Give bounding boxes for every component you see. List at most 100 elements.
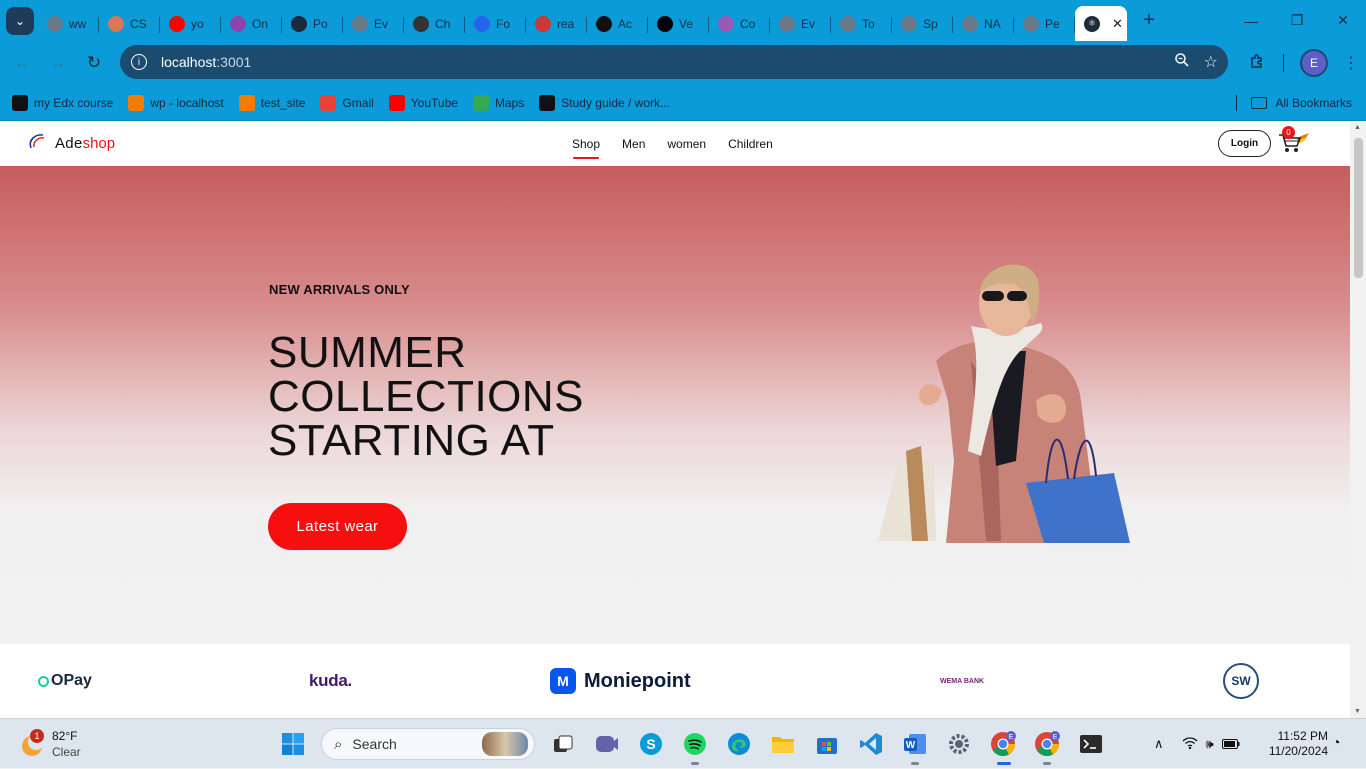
url-port: :3001	[216, 54, 252, 70]
maximize-button[interactable]: ❐	[1274, 0, 1320, 41]
browser-tab[interactable]: rea	[526, 8, 587, 40]
weather-widget[interactable]: 1 82°F Clear	[18, 728, 81, 760]
browser-tab[interactable]: Sp	[892, 8, 953, 40]
bookmark-item[interactable]: Gmail	[320, 94, 374, 111]
browser-tab[interactable]: Ch	[404, 8, 465, 40]
bookmark-label: YouTube	[410, 95, 458, 110]
profile-avatar[interactable]: E	[1300, 49, 1328, 77]
vercel-icon	[657, 15, 673, 32]
site-info-icon[interactable]: i	[131, 54, 147, 70]
cart-count-badge: 0	[1282, 126, 1295, 139]
start-icon[interactable]	[278, 729, 308, 759]
all-bookmarks-label: All Bookmarks	[1275, 96, 1352, 110]
scroll-up-arrow-icon[interactable]: ▲	[1354, 124, 1361, 131]
browser-tab-active[interactable]: ⚛ ✕	[1075, 6, 1127, 41]
browser-tab[interactable]: NA	[953, 8, 1014, 40]
browser-tab[interactable]: Pe	[1014, 8, 1075, 40]
partner-wema-label: WEMA BANK	[940, 677, 985, 685]
new-tab-button[interactable]: +	[1135, 7, 1163, 35]
task-view-icon[interactable]	[548, 729, 578, 759]
skype-icon[interactable]: S	[636, 729, 666, 759]
browser-tab[interactable]: Fo	[465, 8, 526, 40]
file-explorer-icon[interactable]	[768, 729, 798, 759]
scrollbar-thumb[interactable]	[1354, 138, 1363, 278]
url-host: localhost	[161, 54, 217, 70]
settings-icon[interactable]	[944, 729, 974, 759]
bookmark-item[interactable]: wp - localhost	[128, 94, 224, 111]
react-icon: ⚛	[1084, 15, 1100, 32]
taskbar-search[interactable]: ⌕ Search	[321, 728, 535, 760]
browser-tab[interactable]: yo	[160, 8, 221, 40]
weather-alert-badge: 1	[30, 729, 44, 743]
chatgpt-icon	[413, 15, 429, 32]
latest-wear-button[interactable]: Latest wear	[268, 503, 407, 550]
volume-icon[interactable]: 🕪	[1206, 736, 1214, 752]
browser-tab[interactable]: Co	[709, 8, 770, 40]
word-icon[interactable]: W	[900, 729, 930, 765]
close-tab-icon[interactable]: ✕	[1112, 16, 1123, 32]
terminal-icon[interactable]	[1076, 729, 1106, 759]
page-scrollbar[interactable]: ▲ ▼	[1350, 121, 1366, 718]
scroll-down-arrow-icon[interactable]: ▼	[1354, 708, 1361, 715]
teams-icon[interactable]	[592, 729, 622, 759]
wifi-icon[interactable]	[1182, 736, 1198, 753]
browser-tab[interactable]: On	[221, 8, 282, 40]
browser-tab[interactable]: Ev	[770, 8, 831, 40]
browser-tab[interactable]: Ac	[587, 8, 648, 40]
login-button[interactable]: Login	[1218, 130, 1271, 157]
nav-women[interactable]: women	[667, 137, 706, 151]
browser-tab[interactable]: Po	[282, 8, 343, 40]
zoom-icon[interactable]	[1174, 52, 1190, 73]
all-bookmarks[interactable]: All Bookmarks	[1236, 85, 1352, 121]
maps-icon	[472, 94, 489, 111]
site-logo[interactable]: Ade shop	[25, 132, 115, 154]
browser-toolbar: ← → ↻ i localhost:3001 ☆ E ⋮	[0, 41, 1366, 85]
partner-logos: OPay kuda. M Moniepoint WEMA BANK SW	[0, 644, 1350, 718]
windows-taskbar: 1 82°F Clear ⌕ Search S W E E ∧ 🕪 11:52 …	[0, 718, 1366, 768]
browser-tab-label: ww	[69, 16, 87, 31]
browser-menu-icon[interactable]: ⋮	[1336, 53, 1366, 73]
system-clock[interactable]: 11:52 PM 11/20/2024	[1262, 729, 1328, 759]
hero-headline-line: STARTING AT	[268, 416, 555, 465]
taskbar-apps: ⌕ Search S W E E	[271, 727, 1113, 765]
nav-men[interactable]: Men	[622, 137, 645, 151]
notion-calendar-icon	[230, 15, 246, 32]
extensions-icon[interactable]	[1239, 53, 1275, 74]
notification-bell-icon[interactable]: ◔	[1332, 734, 1340, 750]
nav-shop[interactable]: Shop	[572, 137, 600, 159]
battery-icon[interactable]	[1221, 737, 1240, 752]
logo-swoosh-icon	[29, 134, 45, 149]
browser-tab[interactable]: CS	[99, 8, 160, 40]
bookmark-item[interactable]: YouTube	[388, 94, 458, 111]
browser-tab[interactable]: ww	[38, 8, 99, 40]
forward-button[interactable]: →	[40, 45, 76, 81]
browser-tab-label: Ch	[435, 16, 451, 31]
cart-button[interactable]: 0	[1277, 126, 1311, 155]
vscode-icon[interactable]	[856, 729, 886, 759]
partner-moniepoint-label: Moniepoint	[584, 669, 691, 692]
address-bar[interactable]: i localhost:3001 ☆	[120, 45, 1228, 79]
bookmark-item[interactable]: test_site	[238, 94, 305, 111]
tab-search-button[interactable]: ⌄	[6, 6, 34, 35]
chevron-up-icon[interactable]: ∧	[1154, 736, 1164, 752]
minimize-button[interactable]: —	[1228, 0, 1274, 41]
browser-tab[interactable]: To	[831, 8, 892, 40]
bookmark-item[interactable]: my Edx course	[12, 94, 113, 111]
browser-tab-label: Ac	[618, 16, 633, 31]
bookmark-star-icon[interactable]: ☆	[1204, 52, 1218, 72]
spotify-icon[interactable]	[680, 729, 710, 765]
chrome-profile-icon[interactable]: E	[1032, 729, 1062, 765]
edge-icon[interactable]	[724, 729, 754, 759]
bookmark-item[interactable]: Study guide / work...	[539, 94, 670, 111]
browser-tab[interactable]: Ev	[343, 8, 404, 40]
browser-tab[interactable]: Ve	[648, 8, 709, 40]
close-window-button[interactable]: ✕	[1320, 0, 1366, 41]
page-viewport: Ade shop Shop Men women Children Login 0 …	[0, 121, 1350, 718]
bookmark-label: wp - localhost	[150, 95, 224, 110]
nav-children[interactable]: Children	[728, 137, 773, 151]
chrome-icon[interactable]: E	[988, 729, 1018, 765]
reload-button[interactable]: ↻	[76, 45, 112, 81]
store-icon[interactable]	[812, 729, 842, 759]
bookmark-item[interactable]: Maps	[472, 94, 524, 111]
back-button[interactable]: ←	[4, 45, 40, 81]
